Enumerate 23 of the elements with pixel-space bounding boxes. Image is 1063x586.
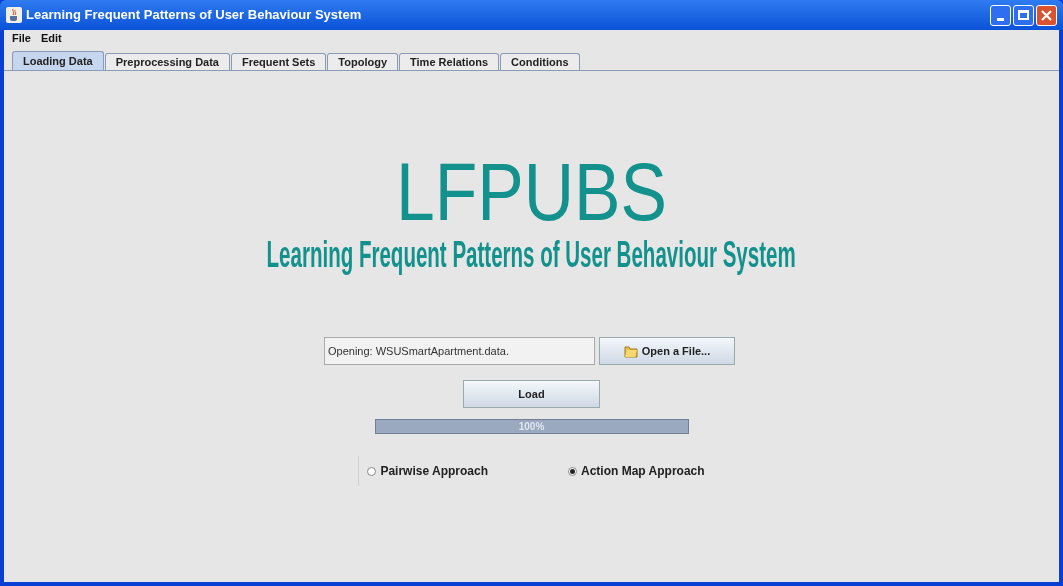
java-cup-icon: [6, 7, 22, 23]
tab[interactable]: Time Relations: [399, 53, 500, 70]
maximize-button[interactable]: [1013, 4, 1034, 26]
logo-subtitle: Learning Frequent Patterns of User Behaviour System: [266, 233, 797, 277]
close-button[interactable]: [1036, 4, 1057, 26]
approach-radio[interactable]: Action Map Approach: [568, 462, 705, 480]
minimize-button[interactable]: [990, 4, 1011, 26]
folder-icon: [623, 344, 638, 358]
file-path-field[interactable]: Opening: WSUSmartApartment.data.: [324, 337, 595, 365]
load-button[interactable]: Load: [463, 380, 600, 408]
logo-title: LFPUBS: [395, 151, 668, 233]
tab[interactable]: Topology: [327, 53, 399, 70]
close-icon: [1041, 9, 1052, 21]
tab[interactable]: Loading Data: [12, 51, 104, 70]
menu-item[interactable]: File: [12, 30, 31, 47]
tab[interactable]: Frequent Sets: [231, 53, 327, 70]
tab[interactable]: Conditions: [500, 53, 580, 70]
menu-item[interactable]: Edit: [40, 30, 62, 47]
window-title: Learning Frequent Patterns of User Behaviour System: [26, 6, 362, 25]
approach-radio[interactable]: Pairwise Approach: [367, 462, 488, 480]
progress-reading: 100%: [517, 420, 546, 433]
open-file-button[interactable]: Open a File...: [599, 337, 735, 365]
tab[interactable]: Preprocessing Data: [104, 53, 230, 70]
